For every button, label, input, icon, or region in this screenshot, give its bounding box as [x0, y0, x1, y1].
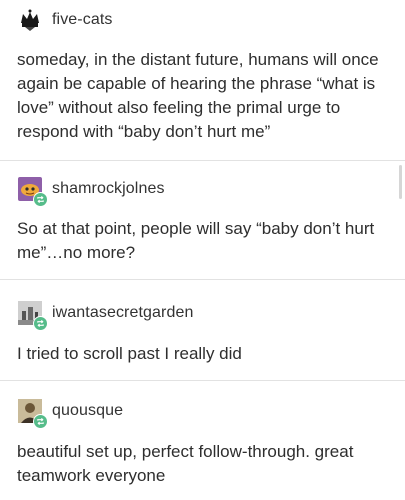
post-header: shamrockjolnes	[18, 177, 165, 207]
username[interactable]: shamrockjolnes	[52, 180, 165, 198]
post-header: quousque	[18, 399, 123, 429]
reblog-icon	[33, 414, 48, 429]
post-text: I tried to scroll past I really did	[17, 344, 242, 363]
purple-creature-avatar-icon[interactable]	[18, 177, 48, 207]
post-text: So at that point, people will say “baby …	[17, 219, 375, 262]
reblog-icon	[33, 316, 48, 331]
portrait-avatar-icon[interactable]	[18, 399, 48, 429]
divider	[0, 380, 405, 381]
username[interactable]: quousque	[52, 402, 123, 420]
crown-cat-avatar-icon[interactable]	[18, 8, 42, 32]
post-header: iwantasecretgarden	[18, 301, 193, 331]
scrollbar[interactable]	[399, 165, 402, 199]
garden-avatar-icon[interactable]	[18, 301, 48, 331]
post-text: someday, in the distant future, humans w…	[17, 50, 379, 141]
divider	[0, 279, 405, 280]
divider	[0, 160, 405, 161]
post-text: beautiful set up, perfect follow-through…	[17, 442, 354, 485]
reblog-icon	[33, 192, 48, 207]
username[interactable]: iwantasecretgarden	[52, 304, 193, 322]
username[interactable]: five-cats	[52, 11, 112, 29]
post-header: five-cats	[18, 8, 112, 32]
